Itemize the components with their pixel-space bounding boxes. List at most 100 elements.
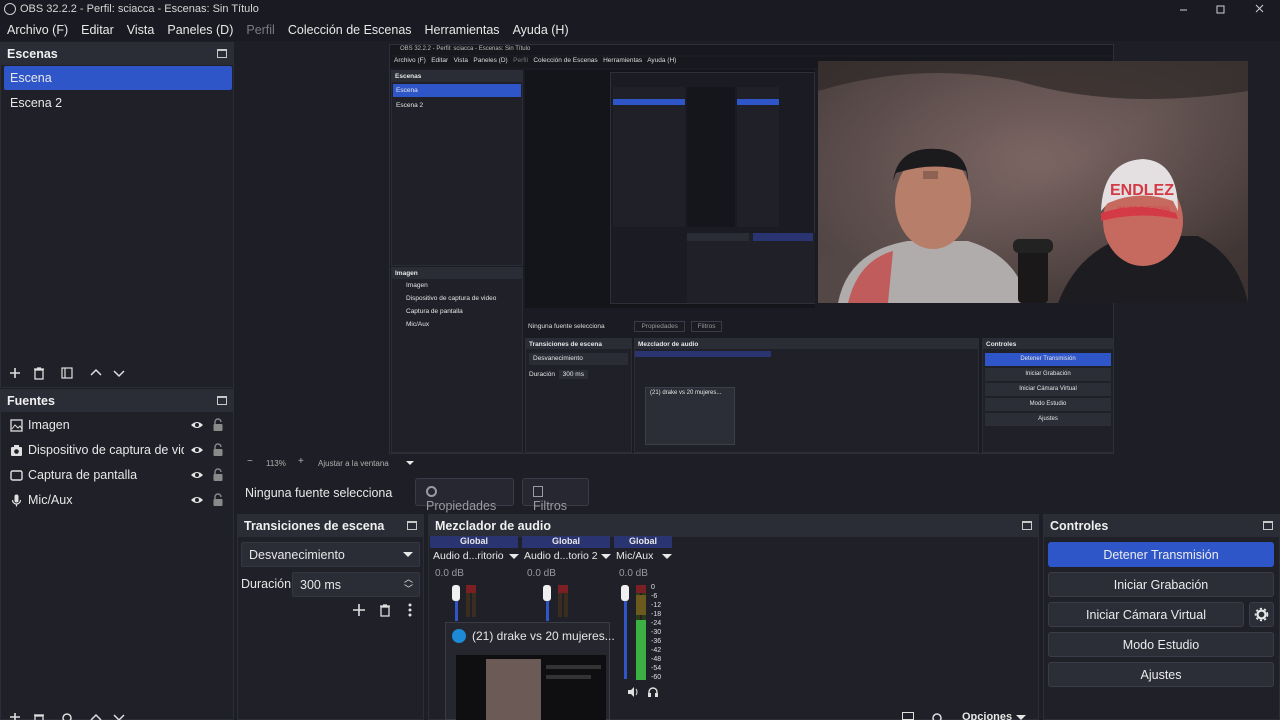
options-chevron-icon[interactable]	[1016, 715, 1026, 720]
lock-icon[interactable]	[212, 493, 224, 507]
move-down-icon[interactable]	[111, 712, 127, 720]
float-dock-icon[interactable]	[217, 49, 227, 58]
fit-to-window-label[interactable]: Ajustar a la ventana	[318, 459, 389, 468]
menu-coleccion-escenas[interactable]: Colección de Escenas	[288, 23, 412, 37]
transitions-dock-title: Transiciones de escena	[238, 515, 423, 537]
filters-button[interactable]: Filtros	[522, 478, 589, 513]
volume-slider-handle[interactable]	[543, 585, 551, 601]
zoom-in-icon[interactable]: +	[298, 456, 304, 467]
start-recording-button[interactable]: Iniciar Grabación	[1048, 572, 1274, 597]
mixer-options-label[interactable]: Opciones	[962, 711, 1012, 720]
add-source-icon[interactable]	[7, 712, 23, 720]
nested-menu-item: Paneles (D)	[473, 57, 508, 64]
transition-select[interactable]: Desvanecimiento	[241, 542, 420, 567]
nested-tooltip: (21) drake vs 20 mujeres...	[645, 387, 735, 445]
source-label: Imagen	[28, 418, 70, 432]
source-item-imagen[interactable]: Imagen	[1, 413, 233, 438]
zoom-bar: − 113% + Ajustar a la ventana	[240, 456, 1280, 470]
menu-ayuda[interactable]: Ayuda (H)	[513, 23, 569, 37]
duration-spinbox[interactable]: 300 ms ︿ ﹀	[292, 572, 420, 597]
speaker-icon[interactable]	[627, 686, 639, 698]
float-dock-icon[interactable]	[1263, 521, 1273, 530]
source-label: Dispositivo de captura de video	[28, 443, 184, 457]
remove-transition-icon[interactable]	[377, 602, 393, 618]
cap-subtext: WHO'S THE BOSS	[1118, 207, 1170, 213]
source-item-screen-capture[interactable]: Captura de pantalla	[1, 463, 233, 488]
level-meter-fill	[636, 620, 646, 680]
scene-item-escena-2[interactable]: Escena 2	[4, 91, 232, 115]
stop-streaming-button[interactable]: Detener Transmisión	[1048, 542, 1274, 567]
source-properties-gear-icon[interactable]	[59, 712, 75, 720]
menu-perfil[interactable]: Perfil	[246, 23, 274, 37]
minimize-icon[interactable]	[1176, 2, 1192, 16]
source-item-video-capture[interactable]: Dispositivo de captura de video	[1, 438, 233, 463]
move-up-icon[interactable]	[88, 365, 104, 381]
maximize-icon[interactable]	[1212, 2, 1228, 16]
duration-label: Duración	[241, 577, 292, 591]
start-virtual-camera-button[interactable]: Iniciar Cámara Virtual	[1048, 602, 1244, 627]
zoom-out-icon[interactable]: −	[247, 456, 253, 467]
close-icon[interactable]	[1252, 2, 1268, 16]
nested-scenes-dock: Escenas Escena Escena 2	[391, 70, 523, 266]
float-dock-icon[interactable]	[407, 521, 417, 530]
menu-archivo[interactable]: Archivo (F)	[7, 23, 68, 37]
add-transition-icon[interactable]	[351, 602, 367, 618]
scenes-dock: Escenas Escena Escena 2	[0, 42, 234, 388]
scene-item-escena[interactable]: Escena	[4, 66, 232, 90]
mixer-settings-icon[interactable]	[930, 711, 944, 720]
recursive-docks	[687, 233, 815, 303]
visibility-eye-icon[interactable]	[190, 469, 204, 481]
volume-slider-handle[interactable]	[452, 585, 460, 601]
recursive-preview	[687, 87, 735, 227]
virtual-camera-settings-button[interactable]	[1249, 602, 1274, 627]
menu-vista[interactable]: Vista	[127, 23, 155, 37]
nested-menu-item: Ayuda (H)	[647, 57, 677, 64]
visibility-eye-icon[interactable]	[190, 419, 204, 431]
channel-menu-icon[interactable]	[601, 554, 611, 559]
more-options-icon[interactable]	[402, 602, 418, 618]
nested-scene-item: Escena	[393, 84, 521, 97]
menu-editar[interactable]: Editar	[81, 23, 114, 37]
mixer-layout-icon[interactable]	[902, 712, 914, 720]
properties-button[interactable]: Propiedades	[415, 478, 514, 513]
window-title: OBS 32.2.2 - Perfil: sciacca - Escenas: …	[20, 3, 259, 15]
lock-icon[interactable]	[212, 418, 224, 432]
lock-icon[interactable]	[212, 443, 224, 457]
volume-slider-handle[interactable]	[621, 585, 629, 601]
zoom-dropdown-icon[interactable]	[406, 461, 414, 465]
channel-menu-icon[interactable]	[662, 554, 672, 559]
nested-no-source: Ninguna fuente selecciona	[528, 323, 605, 330]
headphones-icon[interactable]	[647, 686, 659, 698]
webcam-scene-image: ENDLEZ WHO'S THE BOSS	[818, 61, 1248, 303]
move-down-icon[interactable]	[111, 365, 127, 381]
remove-scene-icon[interactable]	[31, 365, 47, 381]
gear-icon	[426, 486, 437, 497]
scenes-title: Escenas	[7, 47, 58, 61]
nested-ctrl-btn: Iniciar Grabación	[985, 368, 1111, 381]
scene-filters-icon[interactable]	[59, 365, 75, 381]
nested-ctrl-btn: Detener Transmisión	[985, 353, 1111, 366]
volume-slider-track[interactable]	[624, 601, 627, 679]
volume-slider-track[interactable]	[455, 601, 458, 621]
menu-herramientas[interactable]: Herramientas	[425, 23, 500, 37]
studio-mode-button[interactable]: Modo Estudio	[1048, 632, 1274, 657]
settings-button[interactable]: Ajustes	[1048, 662, 1274, 687]
taskbar-preview-popup[interactable]: (21) drake vs 20 mujeres...	[445, 622, 615, 720]
nested-ctrl-btn: Modo Estudio	[985, 398, 1111, 411]
spin-arrows-icon[interactable]: ︿ ﹀	[404, 574, 413, 594]
add-scene-icon[interactable]	[7, 365, 23, 381]
volume-slider-track[interactable]	[546, 601, 549, 621]
tooltip-thumbnail	[456, 655, 606, 720]
visibility-eye-icon[interactable]	[190, 494, 204, 506]
visibility-eye-icon[interactable]	[190, 444, 204, 456]
source-item-mic-aux[interactable]: Mic/Aux	[1, 488, 233, 513]
menu-paneles[interactable]: Paneles (D)	[167, 23, 233, 37]
scenes-dock-title: Escenas	[1, 43, 233, 65]
channel-menu-icon[interactable]	[509, 554, 519, 559]
remove-source-icon[interactable]	[31, 712, 47, 720]
lock-icon[interactable]	[212, 468, 224, 482]
float-dock-icon[interactable]	[217, 396, 227, 405]
nested-sources-dock: Imagen Imagen Dispositivo de captura de …	[391, 267, 523, 453]
move-up-icon[interactable]	[88, 712, 104, 720]
float-dock-icon[interactable]	[1022, 521, 1032, 530]
